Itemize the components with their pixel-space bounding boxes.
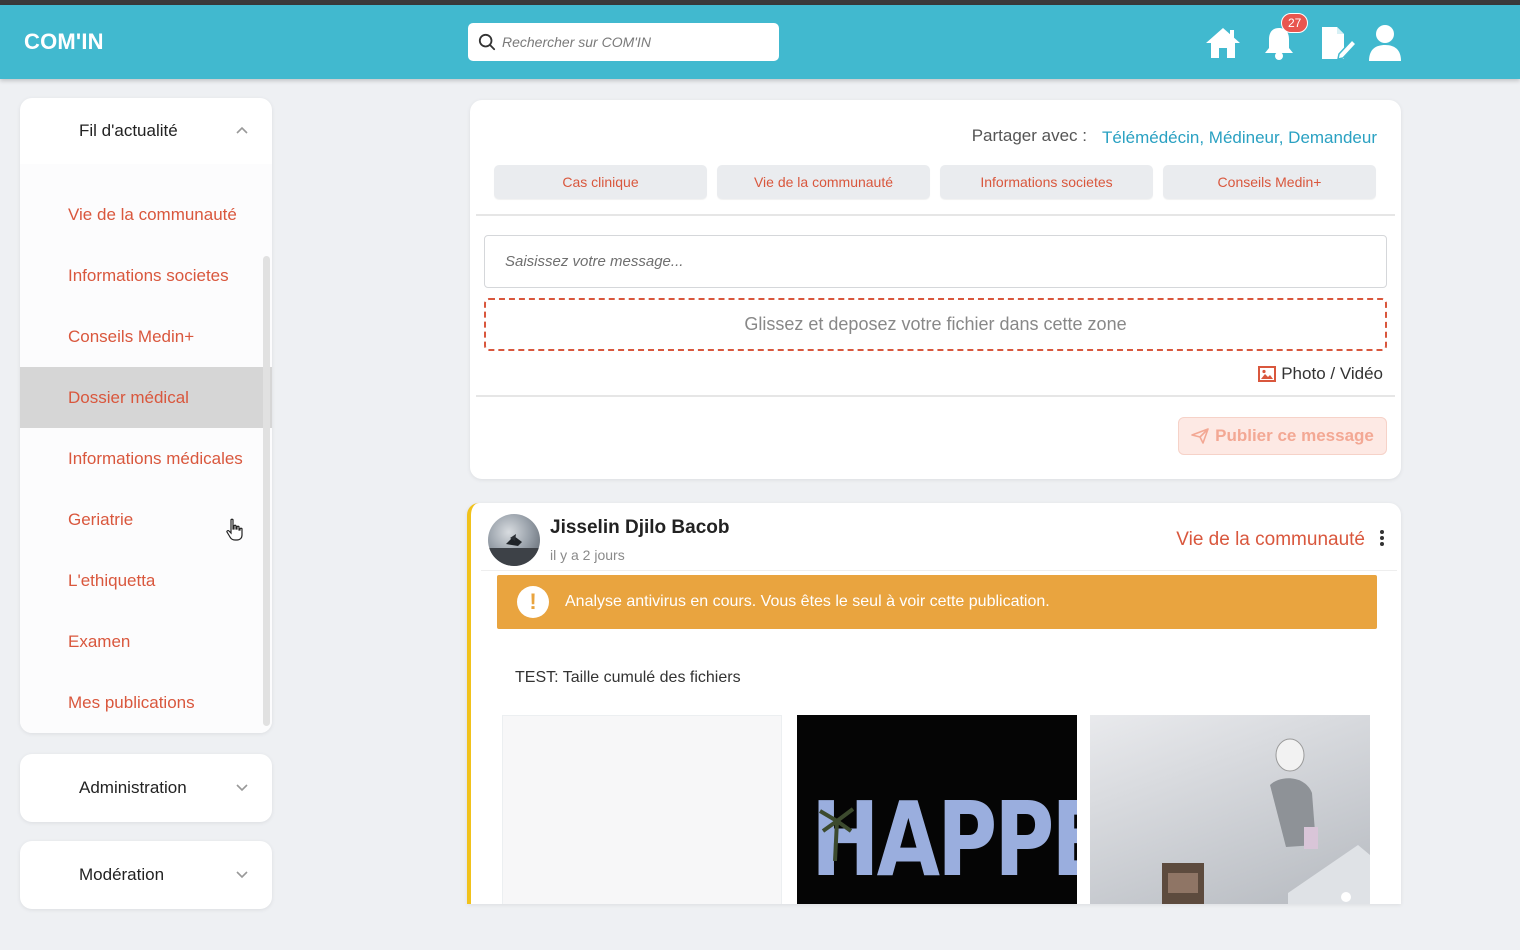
post-author-name[interactable]: Jisselin Djilo Bacob: [550, 517, 730, 539]
divider: [476, 214, 1395, 216]
send-icon: [1191, 428, 1209, 444]
more-options-icon[interactable]: [1379, 529, 1385, 547]
avatar-photo-icon: [488, 534, 540, 566]
exclamation-icon: !: [517, 586, 549, 618]
share-with-audience-link[interactable]: Télémédécin, Médineur, Demandeur: [1102, 128, 1377, 148]
brand-logo[interactable]: COM'IN: [24, 29, 104, 55]
create-document-button[interactable]: [1317, 23, 1357, 63]
sidebar-item-community-life[interactable]: Vie de la communauté: [20, 184, 272, 245]
photo-scene-icon: [1162, 738, 1370, 904]
sidebar-item-my-publications[interactable]: Mes publications: [20, 672, 272, 733]
file-dropzone[interactable]: Glissez et deposez votre fichier dans ce…: [484, 298, 1387, 351]
search-icon: [478, 33, 496, 51]
publish-button[interactable]: Publier ce message: [1178, 417, 1387, 455]
share-with-label: Partager avec :: [971, 126, 1087, 145]
sidebar-item-medical-info[interactable]: Informations médicales: [20, 428, 272, 489]
post-media-2[interactable]: HAPPE: [797, 715, 1077, 904]
antivirus-warning-banner: ! Analyse antivirus en cours. Vous êtes …: [497, 575, 1377, 629]
sidebar-item-medical-file[interactable]: Dossier médical: [20, 367, 272, 428]
sidebar-scrollbar[interactable]: [263, 256, 270, 726]
sidebar-section-title: Fil d'actualité: [79, 121, 178, 140]
search-box[interactable]: [468, 23, 779, 61]
sidebar-item-company-info[interactable]: Informations societes: [20, 245, 272, 306]
sidebar-list: Vie de la communauté Informations societ…: [20, 164, 272, 733]
feed-post: Jisselin Djilo Bacob il y a 2 jours Vie …: [467, 503, 1401, 904]
category-button-medin-advice[interactable]: Conseils Medin+: [1163, 165, 1376, 199]
antivirus-warning-text: Analyse antivirus en cours. Vous êtes le…: [565, 593, 1050, 610]
hand-cursor-icon: [226, 518, 243, 541]
palm-leaf-icon: [818, 807, 855, 861]
chevron-up-icon: [236, 126, 248, 134]
post-timestamp: il y a 2 jours: [550, 547, 625, 563]
top-navbar: COM'IN 27: [0, 5, 1520, 79]
sidebar-section-moderation[interactable]: Modération: [20, 841, 272, 909]
profile-button[interactable]: [1365, 23, 1405, 63]
divider: [481, 570, 1397, 571]
search-input[interactable]: [502, 34, 772, 50]
post-text: TEST: Taille cumulé des fichiers: [515, 669, 741, 686]
home-button[interactable]: [1203, 23, 1243, 63]
post-composer: Partager avec : Télémédécin, Médineur, D…: [470, 100, 1401, 479]
category-button-company-info[interactable]: Informations societes: [940, 165, 1153, 199]
sidebar-section-header[interactable]: Fil d'actualité: [20, 98, 272, 164]
author-avatar[interactable]: [488, 514, 540, 566]
notifications-button[interactable]: 27: [1259, 13, 1309, 63]
post-media-1[interactable]: [502, 715, 782, 904]
post-media-3[interactable]: [1090, 715, 1370, 904]
sidebar-section-administration[interactable]: Administration: [20, 754, 272, 822]
notification-badge: 27: [1281, 13, 1309, 33]
chevron-down-icon: [236, 871, 248, 879]
post-category[interactable]: Vie de la communauté: [1176, 529, 1365, 551]
image-icon: [1258, 366, 1277, 382]
category-button-community-life[interactable]: Vie de la communauté: [717, 165, 930, 199]
sidebar-news-feed: Fil d'actualité Vie de la communauté Inf…: [20, 98, 272, 733]
category-button-clinical-case[interactable]: Cas clinique: [494, 165, 707, 199]
sidebar-item-medin-advice[interactable]: Conseils Medin+: [20, 306, 272, 367]
divider: [476, 395, 1395, 397]
home-icon: [1206, 28, 1240, 58]
file-edit-icon: [1322, 27, 1357, 60]
sidebar-item-etiquette[interactable]: L'ethiquetta: [20, 550, 272, 611]
sidebar-item-exam[interactable]: Examen: [20, 611, 272, 672]
message-input[interactable]: [484, 235, 1387, 288]
user-icon: [1369, 25, 1401, 61]
chevron-down-icon: [236, 784, 248, 792]
photo-video-button[interactable]: Photo / Vidéo: [1258, 364, 1383, 384]
